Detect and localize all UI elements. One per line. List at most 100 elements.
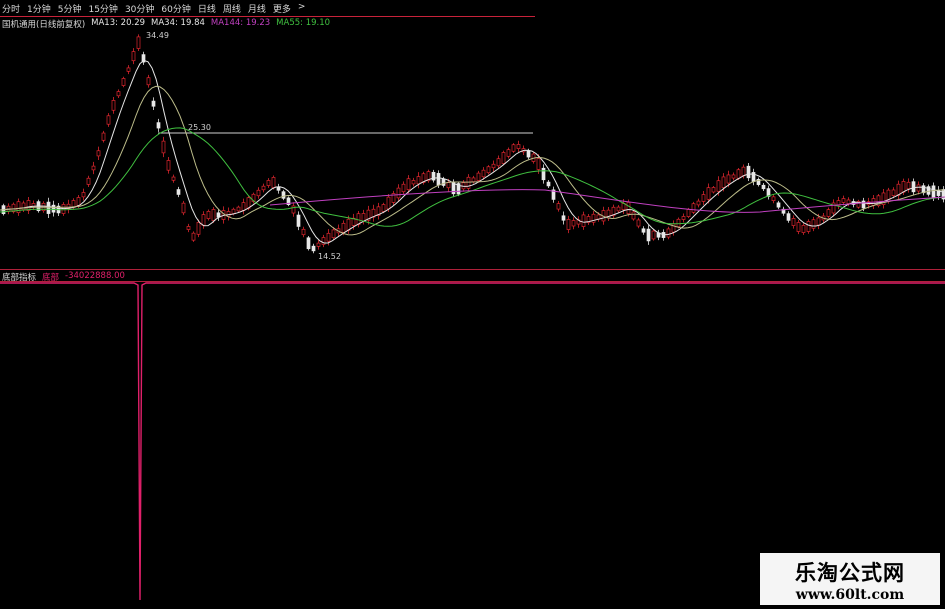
- indicator-divider: [0, 281, 945, 282]
- candle: [501, 152, 506, 164]
- candle: [156, 122, 161, 129]
- candle: [106, 115, 111, 125]
- resistance-annotation: 25.30: [188, 123, 211, 132]
- candle: [396, 187, 401, 199]
- candle: [556, 203, 561, 210]
- candle: [406, 178, 411, 191]
- candle: [381, 204, 386, 212]
- candle: [771, 196, 776, 202]
- watermark: 乐淘公式网 www.60lt.com: [760, 553, 940, 605]
- candle: [581, 214, 586, 227]
- high-annotation: 34.49: [146, 31, 169, 40]
- candle: [526, 150, 531, 158]
- candle: [636, 219, 641, 227]
- candle: [316, 242, 321, 247]
- candle: [511, 144, 516, 152]
- candle: [181, 202, 186, 214]
- candle: [891, 189, 896, 197]
- candle: [791, 218, 796, 226]
- candle: [271, 177, 276, 188]
- candle: [746, 165, 751, 179]
- candle: [861, 200, 866, 209]
- candle: [101, 132, 106, 141]
- candle: [191, 232, 196, 241]
- candle: [91, 165, 96, 171]
- candle: [416, 176, 421, 185]
- candle: [491, 163, 496, 169]
- ma-lines: [0, 59, 945, 244]
- candle: [561, 215, 566, 221]
- candle: [411, 180, 416, 185]
- candle: [86, 177, 91, 185]
- candle: [651, 230, 656, 240]
- candle: [481, 169, 486, 178]
- candle: [441, 178, 446, 186]
- candle: [81, 192, 86, 198]
- candle: [326, 232, 331, 242]
- candle: [691, 203, 696, 213]
- watermark-url: www.60lt.com: [795, 587, 905, 603]
- candle: [681, 216, 686, 220]
- candle: [801, 225, 806, 233]
- ma55-line: [0, 127, 945, 227]
- candle: [116, 91, 121, 97]
- candle: [911, 181, 916, 193]
- candle: [506, 149, 511, 157]
- candle: [616, 206, 621, 212]
- candle: [471, 177, 476, 183]
- candle: [631, 211, 636, 220]
- candle: [21, 202, 26, 211]
- candle: [236, 206, 241, 212]
- candle: [711, 187, 716, 193]
- candle: [846, 199, 851, 204]
- candle: [731, 174, 736, 179]
- candle: [496, 158, 501, 167]
- candle: [231, 208, 236, 215]
- candle: [736, 169, 741, 179]
- candle: [931, 185, 936, 199]
- candle: [256, 189, 261, 197]
- candle: [166, 160, 171, 171]
- candle: [706, 187, 711, 200]
- candle: [241, 202, 246, 211]
- candle: [566, 219, 571, 230]
- candle: [626, 201, 631, 215]
- candle: [341, 222, 346, 233]
- candle: [451, 182, 456, 195]
- panel-divider: [0, 269, 945, 270]
- candle: [906, 181, 911, 190]
- candle: [841, 198, 846, 203]
- candle: [486, 166, 491, 174]
- candle: [126, 67, 131, 72]
- candle: [386, 196, 391, 210]
- candle: [401, 183, 406, 193]
- candle: [261, 185, 266, 191]
- kline-chart[interactable]: 34.49 25.30 14.52: [0, 0, 945, 609]
- candle: [361, 213, 366, 222]
- candle: [281, 191, 286, 199]
- candle: [816, 217, 821, 226]
- candle: [146, 77, 151, 86]
- candle: [536, 158, 541, 170]
- candle: [96, 150, 101, 157]
- candle: [901, 181, 906, 193]
- candle: [676, 218, 681, 228]
- candle: [196, 222, 201, 235]
- candle: [151, 100, 156, 107]
- candle: [646, 228, 651, 242]
- candle: [301, 228, 306, 236]
- candle: [311, 245, 316, 252]
- candle: [721, 176, 726, 188]
- candle: [571, 220, 576, 227]
- candle: [716, 180, 721, 192]
- candle: [171, 176, 176, 181]
- candle: [741, 166, 746, 177]
- candle: [331, 229, 336, 239]
- candle: [686, 209, 691, 217]
- candle: [726, 174, 731, 184]
- candle: [476, 172, 481, 181]
- candle: [446, 182, 451, 189]
- candle: [186, 226, 191, 230]
- candle: [76, 197, 81, 206]
- candle: [516, 144, 521, 149]
